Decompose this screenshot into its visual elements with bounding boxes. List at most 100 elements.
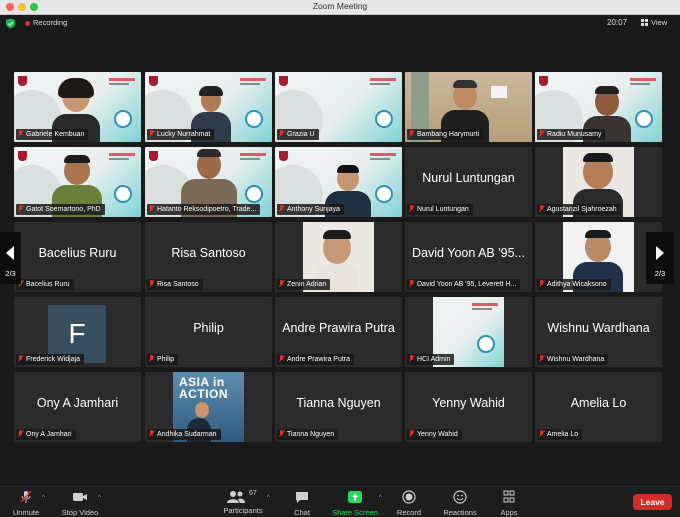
participant-tile[interactable]: F Frederick Widjaja: [14, 297, 141, 367]
participant-tile[interactable]: Zenin Adrian: [275, 222, 402, 292]
participant-tile[interactable]: Anthony Sunjaya: [275, 147, 402, 217]
participant-tile[interactable]: Nurul Luntungan Nurul Luntungan: [405, 147, 532, 217]
participant-name: Risa Santoso: [147, 279, 203, 290]
participant-name: David Yoon AB '95, Leverett H...: [407, 279, 521, 290]
participant-display-name: Yenny Wahid: [432, 396, 505, 410]
video-options-caret-icon[interactable]: ^: [98, 495, 101, 501]
apps-icon: [503, 490, 515, 503]
meeting-topbar: Recording 20:07 View: [0, 15, 680, 32]
participant-name: Grazia U: [277, 129, 319, 140]
participant-name: Philip: [147, 354, 179, 365]
window-title: Zoom Meeting: [312, 1, 368, 11]
page-indicator: 2/3: [5, 269, 16, 278]
shield-icon[interactable]: [5, 18, 16, 29]
participant-name: Lucky Nurrahmat: [147, 129, 215, 140]
participant-display-name: Nurul Luntungan: [422, 171, 515, 185]
stop-video-button[interactable]: Stop Video: [58, 490, 102, 517]
participant-tile[interactable]: Ony A Jamhari Ony A Jamhari: [14, 372, 141, 442]
record-icon: [402, 490, 416, 504]
participant-tile[interactable]: Wishnu Wardhana Wishnu Wardhana: [535, 297, 662, 367]
muted-mic-icon: [18, 355, 23, 362]
participant-tile[interactable]: Gabriele Kembuan: [14, 72, 141, 142]
participant-tile[interactable]: Andre Prawira Putra Andre Prawira Putra: [275, 297, 402, 367]
participant-display-name: Andre Prawira Putra: [282, 321, 395, 335]
view-button[interactable]: View: [641, 18, 667, 27]
participant-display-name: Risa Santoso: [171, 246, 246, 260]
share-screen-icon: [348, 491, 362, 503]
participant-tile[interactable]: ASIA in ACTION Andhika Sudarman: [145, 372, 272, 442]
grid-view-icon: [641, 19, 648, 26]
meeting-toolbar: Unmute ^ Stop Video ^ 67 Participants ^ …: [0, 486, 680, 517]
muted-mic-icon: [279, 355, 284, 362]
participant-name: Yenny Wahid: [407, 429, 462, 440]
participant-tile[interactable]: Lucky Nurrahmat: [145, 72, 272, 142]
unmute-button[interactable]: Unmute: [8, 490, 44, 517]
participant-tile[interactable]: Bacelius Ruru Bacelius Ruru: [14, 222, 141, 292]
share-screen-button[interactable]: Share Screen: [329, 490, 381, 517]
view-label: View: [651, 18, 668, 27]
participants-options-caret-icon[interactable]: ^: [267, 495, 270, 501]
audio-options-caret-icon[interactable]: ^: [42, 495, 45, 501]
recording-label: Recording: [33, 18, 68, 27]
muted-mic-icon: [18, 205, 23, 212]
leave-button[interactable]: Leave: [633, 494, 672, 510]
participant-name: Zenin Adrian: [277, 279, 331, 290]
muted-mic-icon: [539, 355, 544, 362]
participant-name: Nurul Luntungan: [407, 204, 473, 215]
muted-mic-icon: [539, 130, 544, 137]
participant-name: Radiu Munusamy: [537, 129, 606, 140]
participants-count: 67: [249, 490, 257, 497]
participant-display-name: Philip: [193, 321, 224, 335]
participant-tile[interactable]: Agustanzil Sjahroezah: [535, 147, 662, 217]
muted-mic-icon: [149, 280, 154, 287]
muted-mic-icon: [279, 430, 284, 437]
next-page-button[interactable]: 2/3: [646, 232, 674, 284]
muted-mic-icon: [539, 205, 544, 212]
participant-tile[interactable]: Gatot Soemartono, PhD: [14, 147, 141, 217]
participant-name: Bacelius Ruru: [16, 279, 74, 290]
participant-name: Tianna Nguyen: [277, 429, 339, 440]
muted-mic-icon: [149, 430, 154, 437]
participant-tile[interactable]: Yenny Wahid Yenny Wahid: [405, 372, 532, 442]
participant-name: Anthony Sunjaya: [277, 204, 344, 215]
participants-button[interactable]: 67 Participants: [218, 490, 268, 515]
participant-tile[interactable]: Philip Philip: [145, 297, 272, 367]
share-options-caret-icon[interactable]: ^: [379, 495, 382, 501]
smiley-face-icon: [453, 490, 467, 504]
apps-button[interactable]: Apps: [496, 490, 522, 517]
participant-name: Adithya Wicaksono: [537, 279, 611, 290]
participant-display-name: David Yoon AB '95...: [412, 246, 525, 260]
participant-name: HCI Admin: [407, 354, 455, 365]
participant-tile[interactable]: Hatanto Reksodipoetro, Trade...: [145, 147, 272, 217]
participant-name: Gatot Soemartono, PhD: [16, 204, 105, 215]
participant-name: Gabriele Kembuan: [16, 129, 89, 140]
chevron-right-icon: [656, 246, 664, 260]
meeting-clock: 20:07: [607, 18, 628, 27]
muted-mic-icon: [149, 130, 154, 137]
participant-tile[interactable]: Adithya Wicaksono: [535, 222, 662, 292]
muted-mic-icon: [409, 280, 414, 287]
participant-tile[interactable]: Amelia Lo Amelia Lo: [535, 372, 662, 442]
muted-mic-icon: [149, 205, 154, 212]
record-button[interactable]: Record: [393, 490, 425, 517]
reactions-button[interactable]: Reactions: [441, 490, 479, 517]
participant-tile[interactable]: HCI Admin: [405, 297, 532, 367]
participant-tile[interactable]: Risa Santoso Risa Santoso: [145, 222, 272, 292]
asia-in-action-banner: ASIA in ACTION: [179, 375, 228, 401]
chat-button[interactable]: Chat: [287, 490, 317, 517]
participant-tile[interactable]: Grazia U: [275, 72, 402, 142]
window-titlebar: Zoom Meeting: [0, 0, 680, 15]
participant-tile[interactable]: David Yoon AB '95... David Yoon AB '95, …: [405, 222, 532, 292]
participant-display-name: Ony A Jamhari: [36, 396, 119, 410]
participant-tile[interactable]: Radiu Munusamy: [535, 72, 662, 142]
muted-mic-icon: [279, 130, 284, 137]
chat-bubble-icon: [296, 492, 308, 503]
participant-tile[interactable]: Bambang Harymurti: [405, 72, 532, 142]
participant-display-name: Bacelius Ruru: [38, 246, 117, 260]
participant-display-name: Tianna Nguyen: [296, 396, 381, 410]
participant-name: Andhika Sudarman: [147, 429, 221, 440]
muted-mic-icon: [539, 430, 544, 437]
previous-page-button[interactable]: 2/3: [0, 232, 21, 284]
participant-name: Ony A Jamhari: [16, 429, 76, 440]
participant-tile[interactable]: Tianna Nguyen Tianna Nguyen: [275, 372, 402, 442]
